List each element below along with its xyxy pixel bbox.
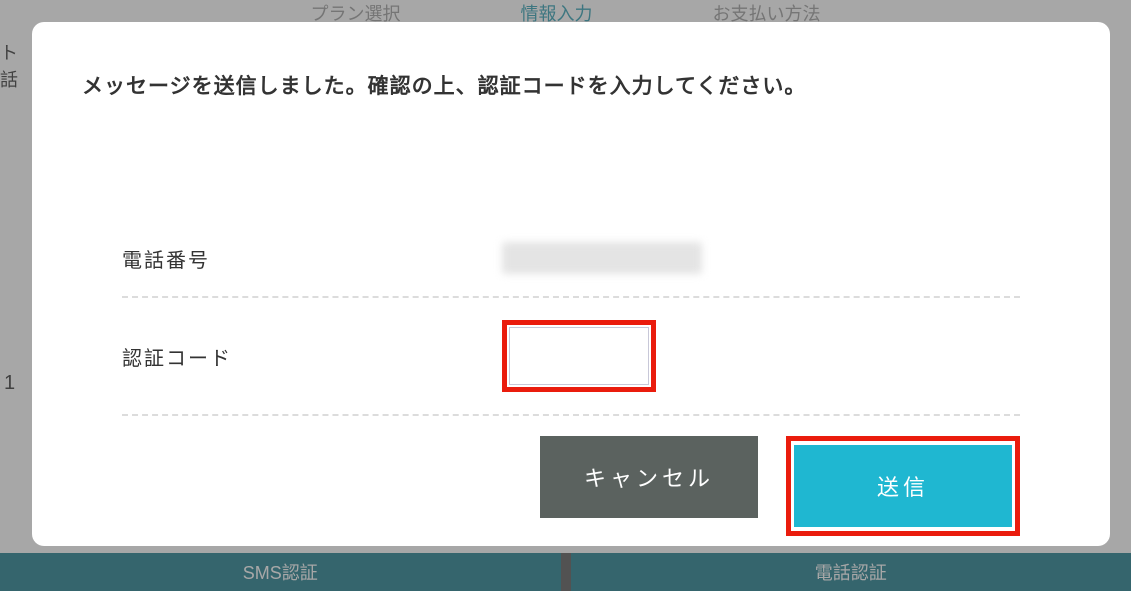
phone-row: 電話番号 [122,220,1020,298]
phone-label: 電話番号 [122,244,502,273]
phone-value-redacted [502,242,702,274]
code-row: 認証コード [122,298,1020,416]
code-input-highlight [502,320,656,392]
verification-modal: メッセージを送信しました。確認の上、認証コードを入力してください。 電話番号 認… [32,22,1110,546]
code-input[interactable] [509,327,649,385]
code-label: 認証コード [122,342,502,371]
submit-button[interactable]: 送信 [794,445,1012,527]
modal-title: メッセージを送信しました。確認の上、認証コードを入力してください。 [82,70,1060,100]
submit-button-highlight: 送信 [786,436,1020,536]
button-row: キャンセル 送信 [122,436,1020,536]
cancel-button[interactable]: キャンセル [540,436,758,518]
